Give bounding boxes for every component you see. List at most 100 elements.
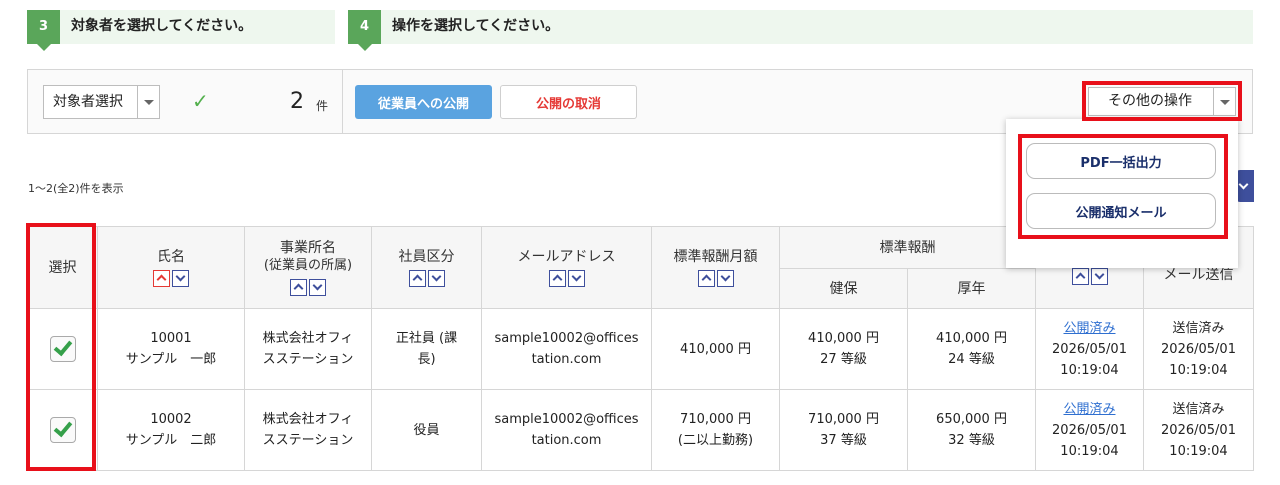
chevron-down-icon <box>1094 269 1104 280</box>
chevron-up-icon <box>156 274 167 284</box>
office-line-1: 株式会社オフィ <box>262 412 354 427</box>
sort-desc-button[interactable] <box>716 269 734 287</box>
check-icon: ✓ <box>192 89 209 113</box>
employee-name: サンプル 一郎 <box>125 352 217 367</box>
employee-number: 10001 <box>150 331 192 346</box>
chevron-up-icon <box>412 274 422 284</box>
pension-cell: 650,000 円 32 等級 <box>907 389 1036 471</box>
category-line-2: 長) <box>417 352 436 367</box>
email-line-1: sample10002@offices <box>494 412 639 427</box>
header-mail-send-label: メール送信 <box>1163 266 1234 283</box>
table-row: 10001 サンプル 一郎 株式会社オフィ スステーション 正社員 (課 長) sam… <box>27 308 1254 390</box>
mail-status-cell: 送信済み 2026/05/01 10:19:04 <box>1143 389 1254 471</box>
sort-asc-button[interactable] <box>408 269 426 287</box>
sort-asc-button[interactable] <box>153 269 170 287</box>
target-select-label: 対象者選択 <box>53 94 123 110</box>
sort-desc-button[interactable] <box>567 269 585 287</box>
target-select-dropdown[interactable]: 対象者選択 <box>43 85 160 119</box>
office-line-1: 株式会社オフィ <box>262 331 354 346</box>
selected-count: 2 <box>290 89 304 114</box>
published-link[interactable]: 公開済み <box>1036 318 1143 339</box>
name-cell: 10002 サンプル 二郎 <box>97 389 245 471</box>
other-operations-menu: PDF一括出力 公開通知メール <box>1006 119 1238 268</box>
publish-time: 10:19:04 <box>1060 443 1119 459</box>
sort-desc-button[interactable] <box>172 269 189 287</box>
other-operations-dropdown[interactable]: その他の操作 <box>1088 87 1236 116</box>
chevron-up-icon <box>701 274 711 284</box>
mail-time: 10:19:04 <box>1169 443 1228 459</box>
header-monthly-label: 標準報酬月額 <box>673 249 758 265</box>
category-cell: 正社員 (課 長) <box>371 308 482 390</box>
result-count: 1〜2(全2)件を表示 <box>28 182 124 195</box>
health-cell: 710,000 円 37 等級 <box>779 389 908 471</box>
health-amount: 410,000 円 <box>808 331 879 346</box>
email-line-2: tation.com <box>531 352 602 367</box>
header-select: 選択 <box>27 226 98 309</box>
health-grade: 27 等級 <box>820 352 867 367</box>
mail-date: 2026/05/01 <box>1161 422 1236 438</box>
office-line-2: スステーション <box>262 352 354 367</box>
cancel-publish-button[interactable]: 公開の取消 <box>500 85 637 119</box>
employee-name: サンプル 二郎 <box>125 433 217 448</box>
step-3-banner: 3 対象者を選択してください。 <box>27 10 335 51</box>
toolbar-divider <box>342 70 343 133</box>
check-icon <box>53 417 72 438</box>
category-cell: 役員 <box>371 389 482 471</box>
sort-desc-button[interactable] <box>427 269 445 287</box>
email-cell: sample10002@offices tation.com <box>481 308 652 390</box>
step-number: 4 <box>348 10 381 51</box>
sort-desc-button[interactable] <box>309 278 326 296</box>
name-cell: 10001 サンプル 一郎 <box>97 308 245 390</box>
publish-to-employees-button[interactable]: 従業員への公開 <box>355 85 492 119</box>
chevron-down-icon <box>431 271 441 281</box>
category-line-1: 正社員 (課 <box>395 331 458 346</box>
mail-status: 送信済み <box>1172 401 1225 417</box>
mail-time: 10:19:04 <box>1169 362 1228 378</box>
row-checkbox[interactable] <box>49 417 76 443</box>
email-line-1: sample10002@offices <box>494 331 639 346</box>
mail-status-cell: 送信済み 2026/05/01 10:19:04 <box>1143 308 1254 390</box>
sort-asc-button[interactable] <box>1071 268 1089 285</box>
chevron-down-icon <box>1238 179 1249 190</box>
header-pension: 厚年 <box>907 268 1036 309</box>
select-cell <box>27 389 98 471</box>
publish-notification-mail-button[interactable]: 公開通知メール <box>1026 193 1216 229</box>
header-email: メールアドレス <box>481 226 652 309</box>
pension-amount: 410,000 円 <box>936 331 1007 346</box>
office-line-2: スステーション <box>262 433 354 448</box>
other-operations-label: その他の操作 <box>1108 93 1192 109</box>
health-grade: 37 等級 <box>820 433 867 448</box>
health-amount: 710,000 円 <box>808 412 879 427</box>
sort-asc-button[interactable] <box>290 278 307 296</box>
header-office-sub: (従業員の所属) <box>263 258 353 273</box>
monthly-cell: 410,000 円 <box>651 308 780 390</box>
office-cell: 株式会社オフィ スステーション <box>244 308 372 390</box>
step-number: 3 <box>27 10 60 51</box>
chevron-down-icon[interactable] <box>137 86 159 118</box>
row-checkbox[interactable] <box>49 336 76 362</box>
sort-asc-button[interactable] <box>697 269 715 287</box>
chevron-down-icon <box>175 271 186 281</box>
monthly-amount: 710,000 円 <box>680 412 751 427</box>
step-text: 操作を選択してください。 <box>392 18 560 34</box>
check-icon <box>53 336 72 357</box>
header-category: 社員区分 <box>371 226 482 309</box>
sort-asc-button[interactable] <box>548 269 566 287</box>
header-monthly: 標準報酬月額 <box>651 226 780 309</box>
published-link[interactable]: 公開済み <box>1036 399 1143 420</box>
mail-status: 送信済み <box>1172 320 1225 336</box>
health-cell: 410,000 円 27 等級 <box>779 308 908 390</box>
publish-status-cell: 公開済み 2026/05/01 10:19:04 <box>1035 308 1144 390</box>
publish-status-cell: 公開済み 2026/05/01 10:19:04 <box>1035 389 1144 471</box>
header-category-label: 社員区分 <box>398 249 455 265</box>
header-email-label: メールアドレス <box>517 249 616 265</box>
sort-desc-button[interactable] <box>1090 268 1108 285</box>
pdf-bulk-export-button[interactable]: PDF一括出力 <box>1026 143 1216 179</box>
select-cell <box>27 308 98 390</box>
chevron-up-icon <box>552 274 562 284</box>
pension-amount: 650,000 円 <box>936 412 1007 427</box>
expand-button[interactable] <box>1236 170 1254 202</box>
category-line-1: 役員 <box>413 422 440 438</box>
chevron-down-icon[interactable] <box>1213 88 1235 115</box>
chevron-down-icon <box>571 271 581 281</box>
